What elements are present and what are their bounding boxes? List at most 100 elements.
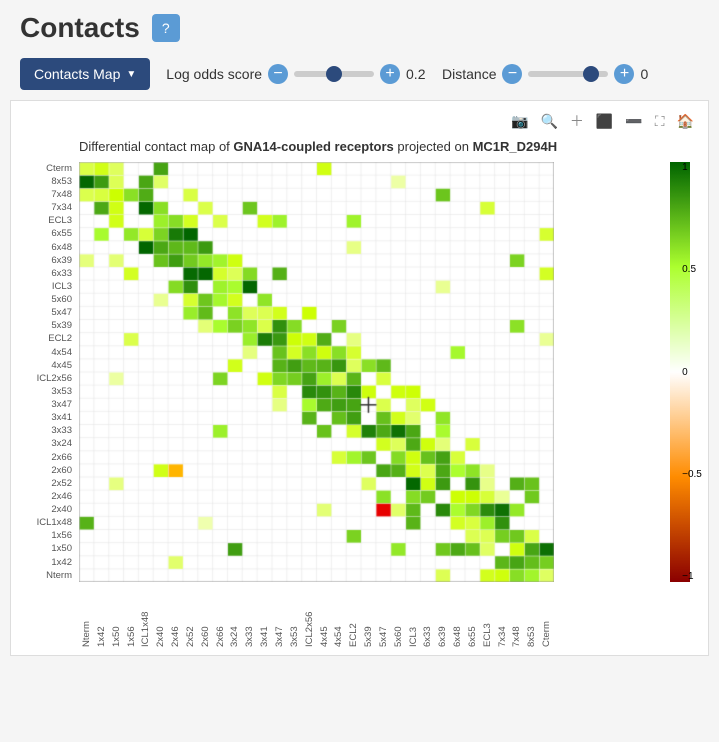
y-axis-label: Nterm bbox=[19, 569, 75, 582]
x-axis-label: 6x55 bbox=[465, 582, 480, 647]
distance-value: 0 bbox=[640, 66, 660, 82]
y-axis-label: 7x48 bbox=[19, 188, 75, 201]
y-axis-label: 6x48 bbox=[19, 241, 75, 254]
log-odds-slider-track[interactable] bbox=[294, 71, 374, 77]
zoom-in-icon-button[interactable]: ＋ bbox=[568, 109, 586, 133]
y-axis-label: 6x39 bbox=[19, 254, 75, 267]
x-axis-label: ICL3 bbox=[406, 582, 421, 647]
x-axis-label: 2x46 bbox=[168, 582, 183, 647]
y-axis-label: 4x45 bbox=[19, 359, 75, 372]
y-axis-label: ICL3 bbox=[19, 280, 75, 293]
log-odds-minus-button[interactable]: − bbox=[268, 64, 288, 84]
log-odds-score-group: Log odds score − + 0.2 bbox=[166, 64, 426, 84]
x-axis-label: 8x53 bbox=[524, 582, 539, 647]
page-title: Contacts bbox=[20, 12, 140, 44]
heatmap-area[interactable] bbox=[79, 162, 652, 582]
x-axis-label: ICL2x56 bbox=[302, 582, 317, 647]
chart-toolbar: 📷 🔍 ＋ ⬛ ➖ ⛶ 🏠 bbox=[19, 109, 700, 133]
log-odds-plus-button[interactable]: + bbox=[380, 64, 400, 84]
fullscreen-icon-button[interactable]: ⛶ bbox=[653, 109, 667, 133]
x-axis-label: 1x42 bbox=[94, 582, 109, 647]
y-axis-label: 2x66 bbox=[19, 451, 75, 464]
y-axis-label: ICL1x48 bbox=[19, 516, 75, 529]
log-odds-value: 0.2 bbox=[406, 66, 426, 82]
x-axis-label: 3x24 bbox=[227, 582, 242, 647]
collapse-y-icon-button[interactable]: ➖ bbox=[623, 109, 644, 133]
y-axis-label: 6x33 bbox=[19, 267, 75, 280]
y-axis-label: 3x33 bbox=[19, 425, 75, 438]
x-axis-label: 2x52 bbox=[183, 582, 198, 647]
distance-group: Distance − + 0 bbox=[442, 64, 660, 84]
x-axis-label: 1x56 bbox=[124, 582, 139, 647]
colorbar-container: 1 0.5 0 −0.5 −1 bbox=[660, 162, 700, 582]
x-axis-label: 3x53 bbox=[287, 582, 302, 647]
y-axis-label: 2x60 bbox=[19, 464, 75, 477]
y-axis-label: 4x54 bbox=[19, 346, 75, 359]
x-axis-label: 7x48 bbox=[509, 582, 524, 647]
chart-title: Differential contact map of GNA14-couple… bbox=[19, 139, 700, 154]
x-axis-label: 3x47 bbox=[272, 582, 287, 647]
x-axis-label: Cterm bbox=[539, 582, 554, 647]
distance-label: Distance bbox=[442, 66, 496, 82]
y-axis-label: ICL2x56 bbox=[19, 372, 75, 385]
x-axis-label: 2x60 bbox=[198, 582, 213, 647]
distance-slider-track[interactable] bbox=[528, 71, 608, 77]
log-odds-slider-thumb[interactable] bbox=[326, 66, 342, 82]
y-axis-label: 1x42 bbox=[19, 556, 75, 569]
y-axis-label: 3x53 bbox=[19, 385, 75, 398]
distance-slider-thumb[interactable] bbox=[583, 66, 599, 82]
colorbar-tick-n1: −1 bbox=[682, 571, 702, 582]
x-axis-label: 3x41 bbox=[257, 582, 272, 647]
y-axis-label: 2x40 bbox=[19, 503, 75, 516]
x-axis-label: 4x45 bbox=[317, 582, 332, 647]
log-odds-score-label: Log odds score bbox=[166, 66, 262, 82]
x-axis-label: ECL3 bbox=[480, 582, 495, 647]
y-axis-label: 8x53 bbox=[19, 175, 75, 188]
y-axis-label: ECL2 bbox=[19, 333, 75, 346]
x-axis-label: 6x39 bbox=[435, 582, 450, 647]
y-axis-label: 7x34 bbox=[19, 201, 75, 214]
chart-container: 📷 🔍 ＋ ⬛ ➖ ⛶ 🏠 Differential contact map o… bbox=[10, 100, 709, 656]
y-axis-label: 2x46 bbox=[19, 490, 75, 503]
y-axis-label: 1x56 bbox=[19, 530, 75, 543]
x-axis-label: 1x50 bbox=[109, 582, 124, 647]
y-axis-label: 3x41 bbox=[19, 411, 75, 424]
x-axis-label: 4x54 bbox=[331, 582, 346, 647]
y-axis-label: 3x47 bbox=[19, 398, 75, 411]
x-axis-label: 2x66 bbox=[213, 582, 228, 647]
y-axis-label: 5x47 bbox=[19, 306, 75, 319]
x-axis-label: 5x60 bbox=[391, 582, 406, 647]
home-icon-button[interactable]: 🏠 bbox=[675, 109, 696, 133]
x-axis-label: 2x40 bbox=[153, 582, 168, 647]
y-axis-labels: Cterm8x537x487x34ECL36x556x486x396x33ICL… bbox=[19, 162, 79, 582]
y-axis-label: 6x55 bbox=[19, 228, 75, 241]
camera-icon-button[interactable]: 📷 bbox=[509, 109, 530, 133]
x-axis-label: Nterm bbox=[79, 582, 94, 647]
expand-y-icon-button[interactable]: ⬛ bbox=[594, 109, 615, 133]
distance-plus-button[interactable]: + bbox=[614, 64, 634, 84]
distance-minus-button[interactable]: − bbox=[502, 64, 522, 84]
y-axis-label: 3x24 bbox=[19, 438, 75, 451]
x-axis-label: 6x48 bbox=[450, 582, 465, 647]
colorbar-tick-0: 0 bbox=[682, 367, 702, 378]
x-axis-label: ICL1x48 bbox=[138, 582, 153, 647]
x-axis-label: 5x39 bbox=[361, 582, 376, 647]
colorbar-tick-1: 1 bbox=[682, 162, 702, 173]
colorbar-tick-05: 0.5 bbox=[682, 264, 702, 275]
x-axis-label: 6x33 bbox=[420, 582, 435, 647]
x-axis-label: 3x33 bbox=[242, 582, 257, 647]
y-axis-label: 5x60 bbox=[19, 293, 75, 306]
help-button[interactable]: ? bbox=[152, 14, 180, 42]
colorbar-tick-n05: −0.5 bbox=[682, 469, 702, 480]
y-axis-label: ECL3 bbox=[19, 215, 75, 228]
contacts-map-button[interactable]: Contacts Map bbox=[20, 58, 150, 90]
x-axis-label: ECL2 bbox=[346, 582, 361, 647]
y-axis-label: 5x39 bbox=[19, 320, 75, 333]
x-axis-labels: Nterm1x421x501x56ICL1x482x402x462x522x60… bbox=[79, 582, 554, 647]
y-axis-label: Cterm bbox=[19, 162, 75, 175]
x-axis-label: 5x47 bbox=[376, 582, 391, 647]
heatmap-canvas[interactable] bbox=[79, 162, 554, 582]
y-axis-label: 1x50 bbox=[19, 543, 75, 556]
zoom-icon-button[interactable]: 🔍 bbox=[538, 109, 559, 133]
x-axis-label: 7x34 bbox=[495, 582, 510, 647]
